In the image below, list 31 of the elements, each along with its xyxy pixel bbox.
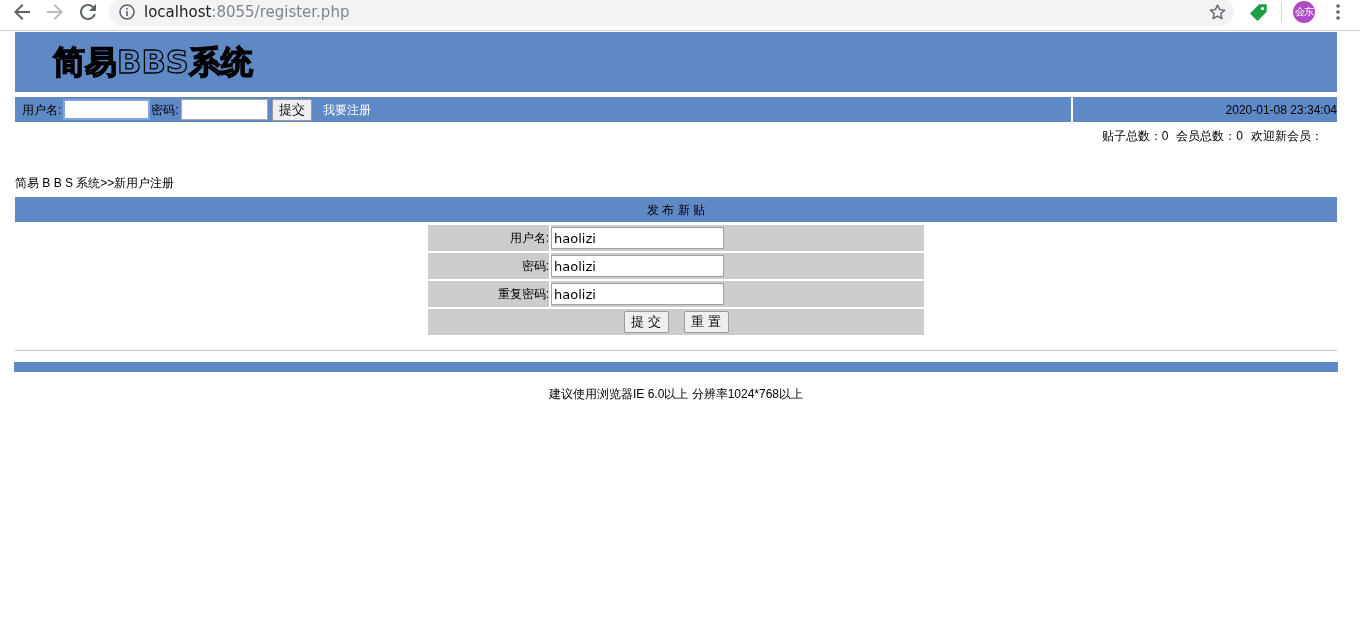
text-field[interactable]: haolizi [551,283,724,305]
reset-button[interactable]: 重 置 [683,311,729,333]
address-bar[interactable]: localhost:8055/register.php [109,0,1234,26]
password-label: 密码: [151,101,179,118]
datetime-text: 2020-01-08 23:34:04 [1225,101,1337,118]
profile-button[interactable]: 会东 [1293,1,1315,23]
breadcrumb-text: 简易 B B S 系统>>新用户注册 [15,176,175,190]
info-icon[interactable] [119,4,135,20]
register-link[interactable]: 我要注册 [322,101,371,118]
site-logo: 简易BBS系统 [53,43,253,81]
footer-text: 建议使用浏览器IE 6.0以上 分辨率1024*768以上 [548,387,804,401]
url-text: localhost:8055/register.php [144,3,351,21]
password-field[interactable] [180,99,268,120]
field-label: 密码: [521,258,549,274]
stats-text: 贴子总数：0 [1101,128,1169,144]
menu-icon[interactable] [1336,4,1340,20]
text-field[interactable]: haolizi [551,255,724,277]
reload-icon[interactable] [80,4,96,20]
star-icon[interactable] [1209,4,1226,20]
stats-text: 欢迎新会员： [1251,128,1323,144]
back-icon[interactable] [14,4,30,20]
username-field[interactable] [63,99,151,120]
tag-icon[interactable] [1250,3,1268,21]
username-label: 用户名: [22,101,62,118]
field-label: 重复密码: [497,286,549,302]
submit-button[interactable]: 提交 [271,98,312,121]
stats-text: 会员总数：0 [1176,128,1243,144]
title-text: 发 布 新 贴 [647,201,705,218]
submit-button[interactable]: 提 交 [623,311,669,333]
field-label: 用户名: [509,230,549,246]
text-field[interactable]: haolizi [551,227,724,249]
